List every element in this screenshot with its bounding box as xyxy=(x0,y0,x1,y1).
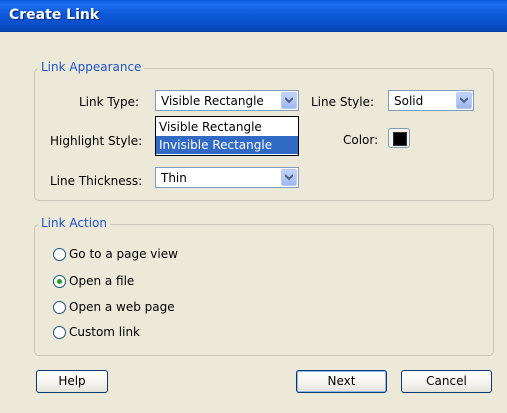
dropdown-option-invisible-rectangle[interactable]: Invisible Rectangle xyxy=(156,136,298,154)
radio-button[interactable] xyxy=(53,301,66,314)
next-button[interactable]: Next xyxy=(296,370,387,393)
chevron-down-icon xyxy=(460,97,468,104)
radio-button[interactable] xyxy=(53,248,66,261)
help-button[interactable]: Help xyxy=(36,370,108,393)
color-label: Color: xyxy=(343,133,379,147)
chevron-down-icon xyxy=(285,97,293,104)
dropdown-option-visible-rectangle[interactable]: Visible Rectangle xyxy=(156,118,298,136)
line-thickness-select[interactable]: Thin xyxy=(155,167,299,188)
link-type-value: Visible Rectangle xyxy=(161,94,264,108)
radio-label: Open a file xyxy=(69,274,135,288)
link-appearance-legend: Link Appearance xyxy=(38,60,145,74)
radio-checked-dot xyxy=(57,279,62,284)
line-style-value: Solid xyxy=(394,94,424,108)
line-thickness-dropdown-button[interactable] xyxy=(281,169,297,186)
radio-label: Open a web page xyxy=(69,300,175,314)
link-type-dropdown-list: Visible Rectangle Invisible Rectangle xyxy=(155,116,299,156)
radio-button[interactable] xyxy=(53,275,66,288)
link-type-select[interactable]: Visible Rectangle xyxy=(155,90,299,111)
color-swatch xyxy=(393,132,407,146)
highlight-style-label: Highlight Style: xyxy=(50,134,143,148)
chevron-down-icon xyxy=(285,174,293,181)
title-bar[interactable]: Create Link xyxy=(0,0,507,32)
line-thickness-label: Line Thickness: xyxy=(50,174,143,188)
line-thickness-value: Thin xyxy=(161,171,187,185)
cancel-button[interactable]: Cancel xyxy=(401,370,492,393)
color-picker-button[interactable] xyxy=(388,128,410,148)
line-style-dropdown-button[interactable] xyxy=(456,92,472,109)
line-style-label: Line Style: xyxy=(311,95,375,109)
line-style-select[interactable]: Solid xyxy=(388,90,474,111)
radio-button[interactable] xyxy=(53,326,66,339)
link-type-dropdown-button[interactable] xyxy=(281,92,297,109)
radio-label: Go to a page view xyxy=(69,247,178,261)
link-type-label: Link Type: xyxy=(79,95,139,109)
link-action-legend: Link Action xyxy=(38,216,110,230)
window-title: Create Link xyxy=(9,7,100,23)
radio-label: Custom link xyxy=(69,325,141,339)
